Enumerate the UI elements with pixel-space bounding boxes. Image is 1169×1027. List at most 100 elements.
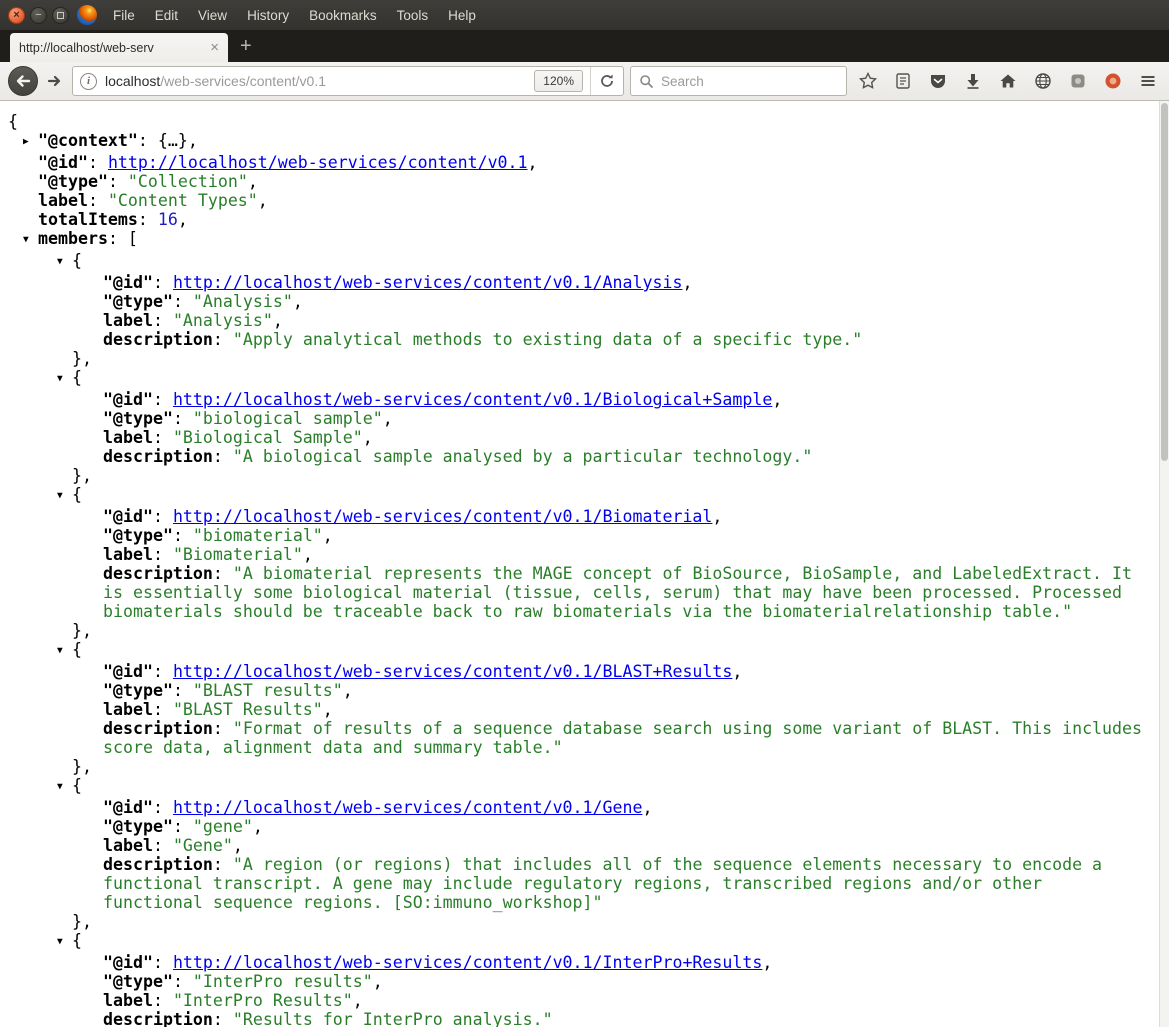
url-text[interactable]: localhost/web-services/content/v0.1	[105, 73, 534, 89]
json-key: description	[103, 855, 213, 874]
forward-button[interactable]	[44, 73, 66, 89]
minimize-button[interactable]: −	[30, 6, 47, 24]
firefox-logo-icon	[77, 5, 97, 25]
search-icon	[640, 74, 653, 88]
json-key: "@type"	[103, 681, 173, 700]
json-line: description: "A biomaterial represents t…	[0, 564, 1159, 621]
json-link[interactable]: http://localhost/web-services/content/v0…	[173, 798, 643, 817]
collapse-toggle-icon[interactable]: ▶	[23, 132, 38, 151]
hamburger-menu-icon	[1141, 76, 1155, 86]
json-punct: :	[137, 131, 158, 150]
json-key: description	[103, 330, 213, 349]
json-key: "@id"	[103, 798, 153, 817]
json-line: "@type": "biomaterial",	[0, 526, 1159, 545]
json-punct: [	[127, 229, 138, 248]
json-line: },	[0, 757, 1159, 776]
collapse-toggle-icon[interactable]: ▼	[57, 369, 72, 388]
json-punct: ,	[642, 798, 653, 817]
maximize-button[interactable]	[52, 6, 69, 24]
search-bar[interactable]	[630, 66, 847, 96]
scrollbar-track[interactable]	[1159, 101, 1169, 1027]
tab-bar: http://localhost/web-serv × +	[0, 30, 1169, 62]
json-key: "@type"	[103, 972, 173, 991]
json-string-value: "Analysis"	[172, 311, 273, 330]
addon-button-gray[interactable]	[1069, 72, 1087, 90]
url-bar[interactable]: i localhost/web-services/content/v0.1 12…	[72, 66, 624, 96]
collapse-toggle-icon[interactable]: ▼	[57, 641, 72, 660]
json-link[interactable]: http://localhost/web-services/content/v0…	[173, 390, 772, 409]
pocket-button[interactable]	[929, 72, 947, 90]
json-line: description: "A region (or regions) that…	[0, 855, 1159, 912]
json-string-value: "Gene"	[172, 836, 233, 855]
collapse-toggle-icon[interactable]: ▼	[57, 252, 72, 271]
back-arrow-icon	[16, 75, 31, 87]
json-punct: ,	[322, 700, 333, 719]
menubar-item-bookmarks[interactable]: Bookmarks	[299, 8, 387, 23]
json-link[interactable]: http://localhost/web-services/content/v0…	[173, 953, 762, 972]
collapse-toggle-icon[interactable]: ▼	[57, 777, 72, 796]
json-line: },	[0, 349, 1159, 368]
json-punct: },	[72, 466, 92, 485]
json-string-value: "gene"	[192, 817, 253, 836]
collapse-toggle-icon[interactable]: ▼	[23, 230, 38, 249]
back-button[interactable]	[8, 66, 38, 96]
collapsed-object-placeholder[interactable]: {…}	[158, 131, 188, 150]
json-link[interactable]: http://localhost/web-services/content/v0…	[173, 662, 732, 681]
tab-close-icon[interactable]: ×	[204, 39, 219, 56]
json-punct: {	[8, 112, 18, 131]
menubar-item-view[interactable]: View	[188, 8, 237, 23]
collapse-toggle-icon[interactable]: ▼	[57, 932, 72, 951]
json-punct: :	[152, 507, 173, 526]
json-key: label	[103, 991, 153, 1010]
json-punct: :	[212, 855, 233, 874]
json-string-value: "Collection"	[127, 172, 248, 191]
menubar-item-history[interactable]: History	[237, 8, 299, 23]
json-link[interactable]: http://localhost/web-services/content/v0…	[173, 273, 683, 292]
menubar-item-help[interactable]: Help	[438, 8, 486, 23]
scrollbar-thumb[interactable]	[1161, 103, 1168, 461]
page-info-icon[interactable]: i	[80, 72, 97, 90]
close-button[interactable]: ×	[8, 6, 25, 24]
downloads-button[interactable]	[964, 72, 982, 90]
menu-button[interactable]	[1139, 72, 1157, 90]
browser-window: × − File Edit View History Bookmarks Too…	[0, 0, 1169, 1027]
json-line: },	[0, 621, 1159, 640]
menubar-item-file[interactable]: File	[103, 8, 145, 23]
addon-button-orange[interactable]	[1104, 72, 1122, 90]
json-punct: :	[172, 817, 193, 836]
json-line: "@id": http://localhost/web-services/con…	[0, 953, 1159, 972]
json-punct: {	[72, 485, 82, 504]
collapse-toggle-icon[interactable]: ▼	[57, 486, 72, 505]
home-button[interactable]	[999, 72, 1017, 90]
globe-button[interactable]	[1034, 72, 1052, 90]
json-link[interactable]: http://localhost/web-services/content/v0…	[108, 153, 528, 172]
reload-button[interactable]	[590, 67, 623, 95]
json-punct: {	[72, 368, 82, 387]
menubar-item-tools[interactable]: Tools	[387, 8, 439, 23]
json-string-value: "A region (or regions) that includes all…	[103, 855, 1103, 912]
json-string-value: "Format of results of a sequence databas…	[103, 719, 1143, 757]
json-line: "@type": "InterPro results",	[0, 972, 1159, 991]
json-link[interactable]: http://localhost/web-services/content/v0…	[173, 507, 712, 526]
json-punct: ,	[382, 409, 393, 428]
json-punct: :	[172, 409, 193, 428]
json-punct: ,	[177, 210, 188, 229]
new-tab-button[interactable]: +	[240, 36, 252, 56]
pocket-icon	[931, 75, 945, 88]
json-key: description	[103, 1010, 213, 1027]
bookmarks-button[interactable]	[894, 72, 912, 90]
json-key: label	[103, 545, 153, 564]
zoom-level-badge[interactable]: 120%	[534, 70, 583, 92]
json-punct: },	[72, 757, 92, 776]
json-key: "@id"	[103, 273, 153, 292]
json-punct: :	[152, 390, 173, 409]
json-member-object: ▼{ "@id": http://localhost/web-services/…	[0, 485, 1159, 640]
bookmark-star-button[interactable]	[859, 72, 877, 90]
tab-localhost[interactable]: http://localhost/web-serv ×	[10, 33, 228, 62]
json-punct: :	[212, 330, 233, 349]
menubar-item-edit[interactable]: Edit	[145, 8, 188, 23]
json-key: label	[103, 311, 153, 330]
json-line: "@type": "Collection",	[0, 172, 1159, 191]
search-input[interactable]	[661, 73, 838, 89]
json-line: label: "Content Types",	[0, 191, 1159, 210]
